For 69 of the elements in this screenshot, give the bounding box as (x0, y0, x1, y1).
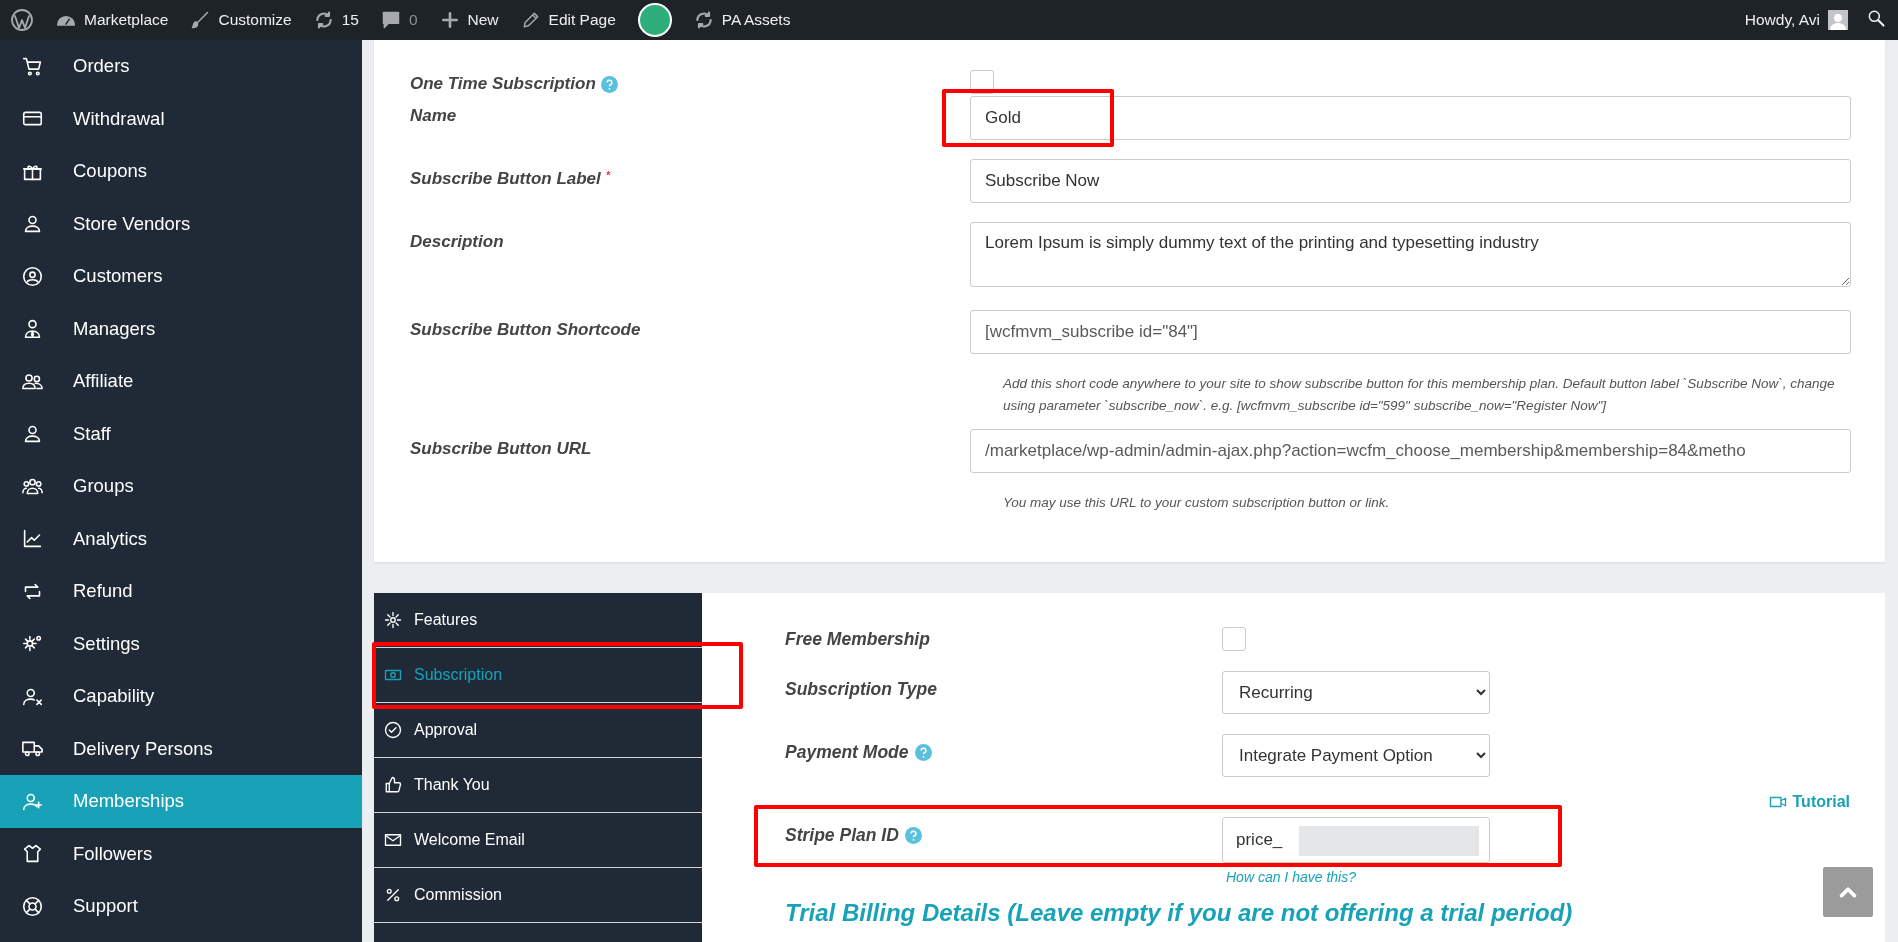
text-field[interactable]: Gold (970, 96, 1851, 140)
section-heading: Trial Billing Details (Leave empty if you are not offering a trial period) (785, 899, 1573, 927)
dropdown[interactable]: Integrate Payment Option (1222, 734, 1490, 777)
sidebar-item[interactable]: Managers (0, 302, 362, 355)
lifebuoy-icon (22, 895, 43, 917)
refresh-icon (693, 10, 714, 30)
checkbox[interactable] (1222, 627, 1246, 651)
field-label: Payment Mode (785, 742, 909, 763)
sidebar-item[interactable]: Orders (0, 40, 362, 93)
person-icon (22, 213, 43, 235)
percent-icon (384, 886, 402, 904)
field-label: Subscribe Button Shortcode (410, 320, 641, 340)
sidebar-item[interactable]: Analytics (0, 512, 362, 565)
check-circle-icon (384, 721, 402, 739)
sidebar-item[interactable]: Staff (0, 407, 362, 460)
greeting-link[interactable]: Howdy, Avi (1744, 11, 1820, 29)
text-field[interactable]: Subscribe Now (970, 159, 1851, 203)
field-label: Stripe Plan ID (785, 825, 899, 846)
sidebar-item[interactable]: Groups (0, 460, 362, 513)
toolbar-link[interactable]: New (467, 11, 499, 29)
toolbar-link[interactable]: 0 (408, 11, 418, 29)
toolbar-link[interactable]: Marketplace (84, 11, 169, 29)
search-icon (1866, 8, 1886, 28)
shirt-icon (22, 843, 43, 865)
sidebar-item[interactable]: Coupons (0, 145, 362, 198)
refresh-icon (313, 10, 334, 30)
help-text: You may use this URL to your custom subscription button or link. (1003, 494, 1391, 512)
field-label: Name (410, 106, 457, 126)
sidebar-item[interactable]: Affiliate (0, 355, 362, 408)
sidebar-item[interactable]: Refund (0, 565, 362, 618)
sidebar-item[interactable]: Capability (0, 670, 362, 723)
plus-icon (439, 10, 460, 30)
text-area[interactable]: Lorem Ipsum is simply dummy text of the printing and typesetting industry (970, 222, 1851, 287)
sidebar-item[interactable]: Followers (0, 827, 362, 880)
field-label: Description (410, 232, 504, 252)
sidebar-item[interactable]: Settings (0, 617, 362, 670)
toolbar-link[interactable]: Edit Page (548, 11, 616, 29)
gear-icon (384, 611, 402, 629)
field-label: Subscribe Button Label (410, 169, 601, 189)
field-label: Subscription Type (785, 679, 937, 700)
help-text: Add this short code anywhere to your site to show subscribe button for this membership plan. Default button label `Subscribe Now`, change using parameter `subscribe_now`. e.g. [wcfmvm_subscribe id="599" subscribe_now="Register Now"] (1003, 375, 1836, 415)
text-field[interactable]: price_ (1222, 817, 1490, 863)
field-label: Free Membership (785, 629, 930, 650)
toolbar-link[interactable]: PA Assets (721, 11, 791, 29)
sidebar-item[interactable]: Customers (0, 250, 362, 303)
person-icon (22, 423, 43, 445)
field-label: One Time Subscription (410, 74, 596, 94)
chart-icon (22, 528, 43, 550)
text-field[interactable]: /marketplace/wp-admin/admin-ajax.php?action=wcfm_choose_membership&membership=84&metho (970, 429, 1851, 473)
scroll-top-button[interactable] (1823, 867, 1873, 917)
field-label: Subscribe Button URL (410, 439, 592, 459)
dropdown[interactable]: Recurring (1222, 671, 1490, 714)
thumbs-up-icon (384, 776, 402, 794)
person-circle-icon (22, 265, 43, 287)
required-mark: * (605, 169, 611, 181)
person-tie-icon (22, 318, 43, 340)
sidebar-item[interactable]: Delivery Persons (0, 722, 362, 775)
envelope-icon (384, 831, 402, 849)
wordpress-logo-icon (10, 8, 34, 32)
store-avatar-icon[interactable] (637, 3, 672, 37)
toolbar-link[interactable]: 15 (341, 11, 359, 29)
sidebar-item[interactable]: Support (0, 880, 362, 933)
text-field[interactable]: [wcfmvm_subscribe id="84"] (970, 310, 1851, 354)
brush-icon (190, 10, 211, 30)
cart-icon (22, 55, 43, 77)
sidebar-item[interactable]: Withdrawal (0, 92, 362, 145)
sidebar-item[interactable]: Store Vendors (0, 197, 362, 250)
toolbar-link[interactable]: Customize (218, 11, 292, 29)
comment-icon (380, 10, 401, 30)
